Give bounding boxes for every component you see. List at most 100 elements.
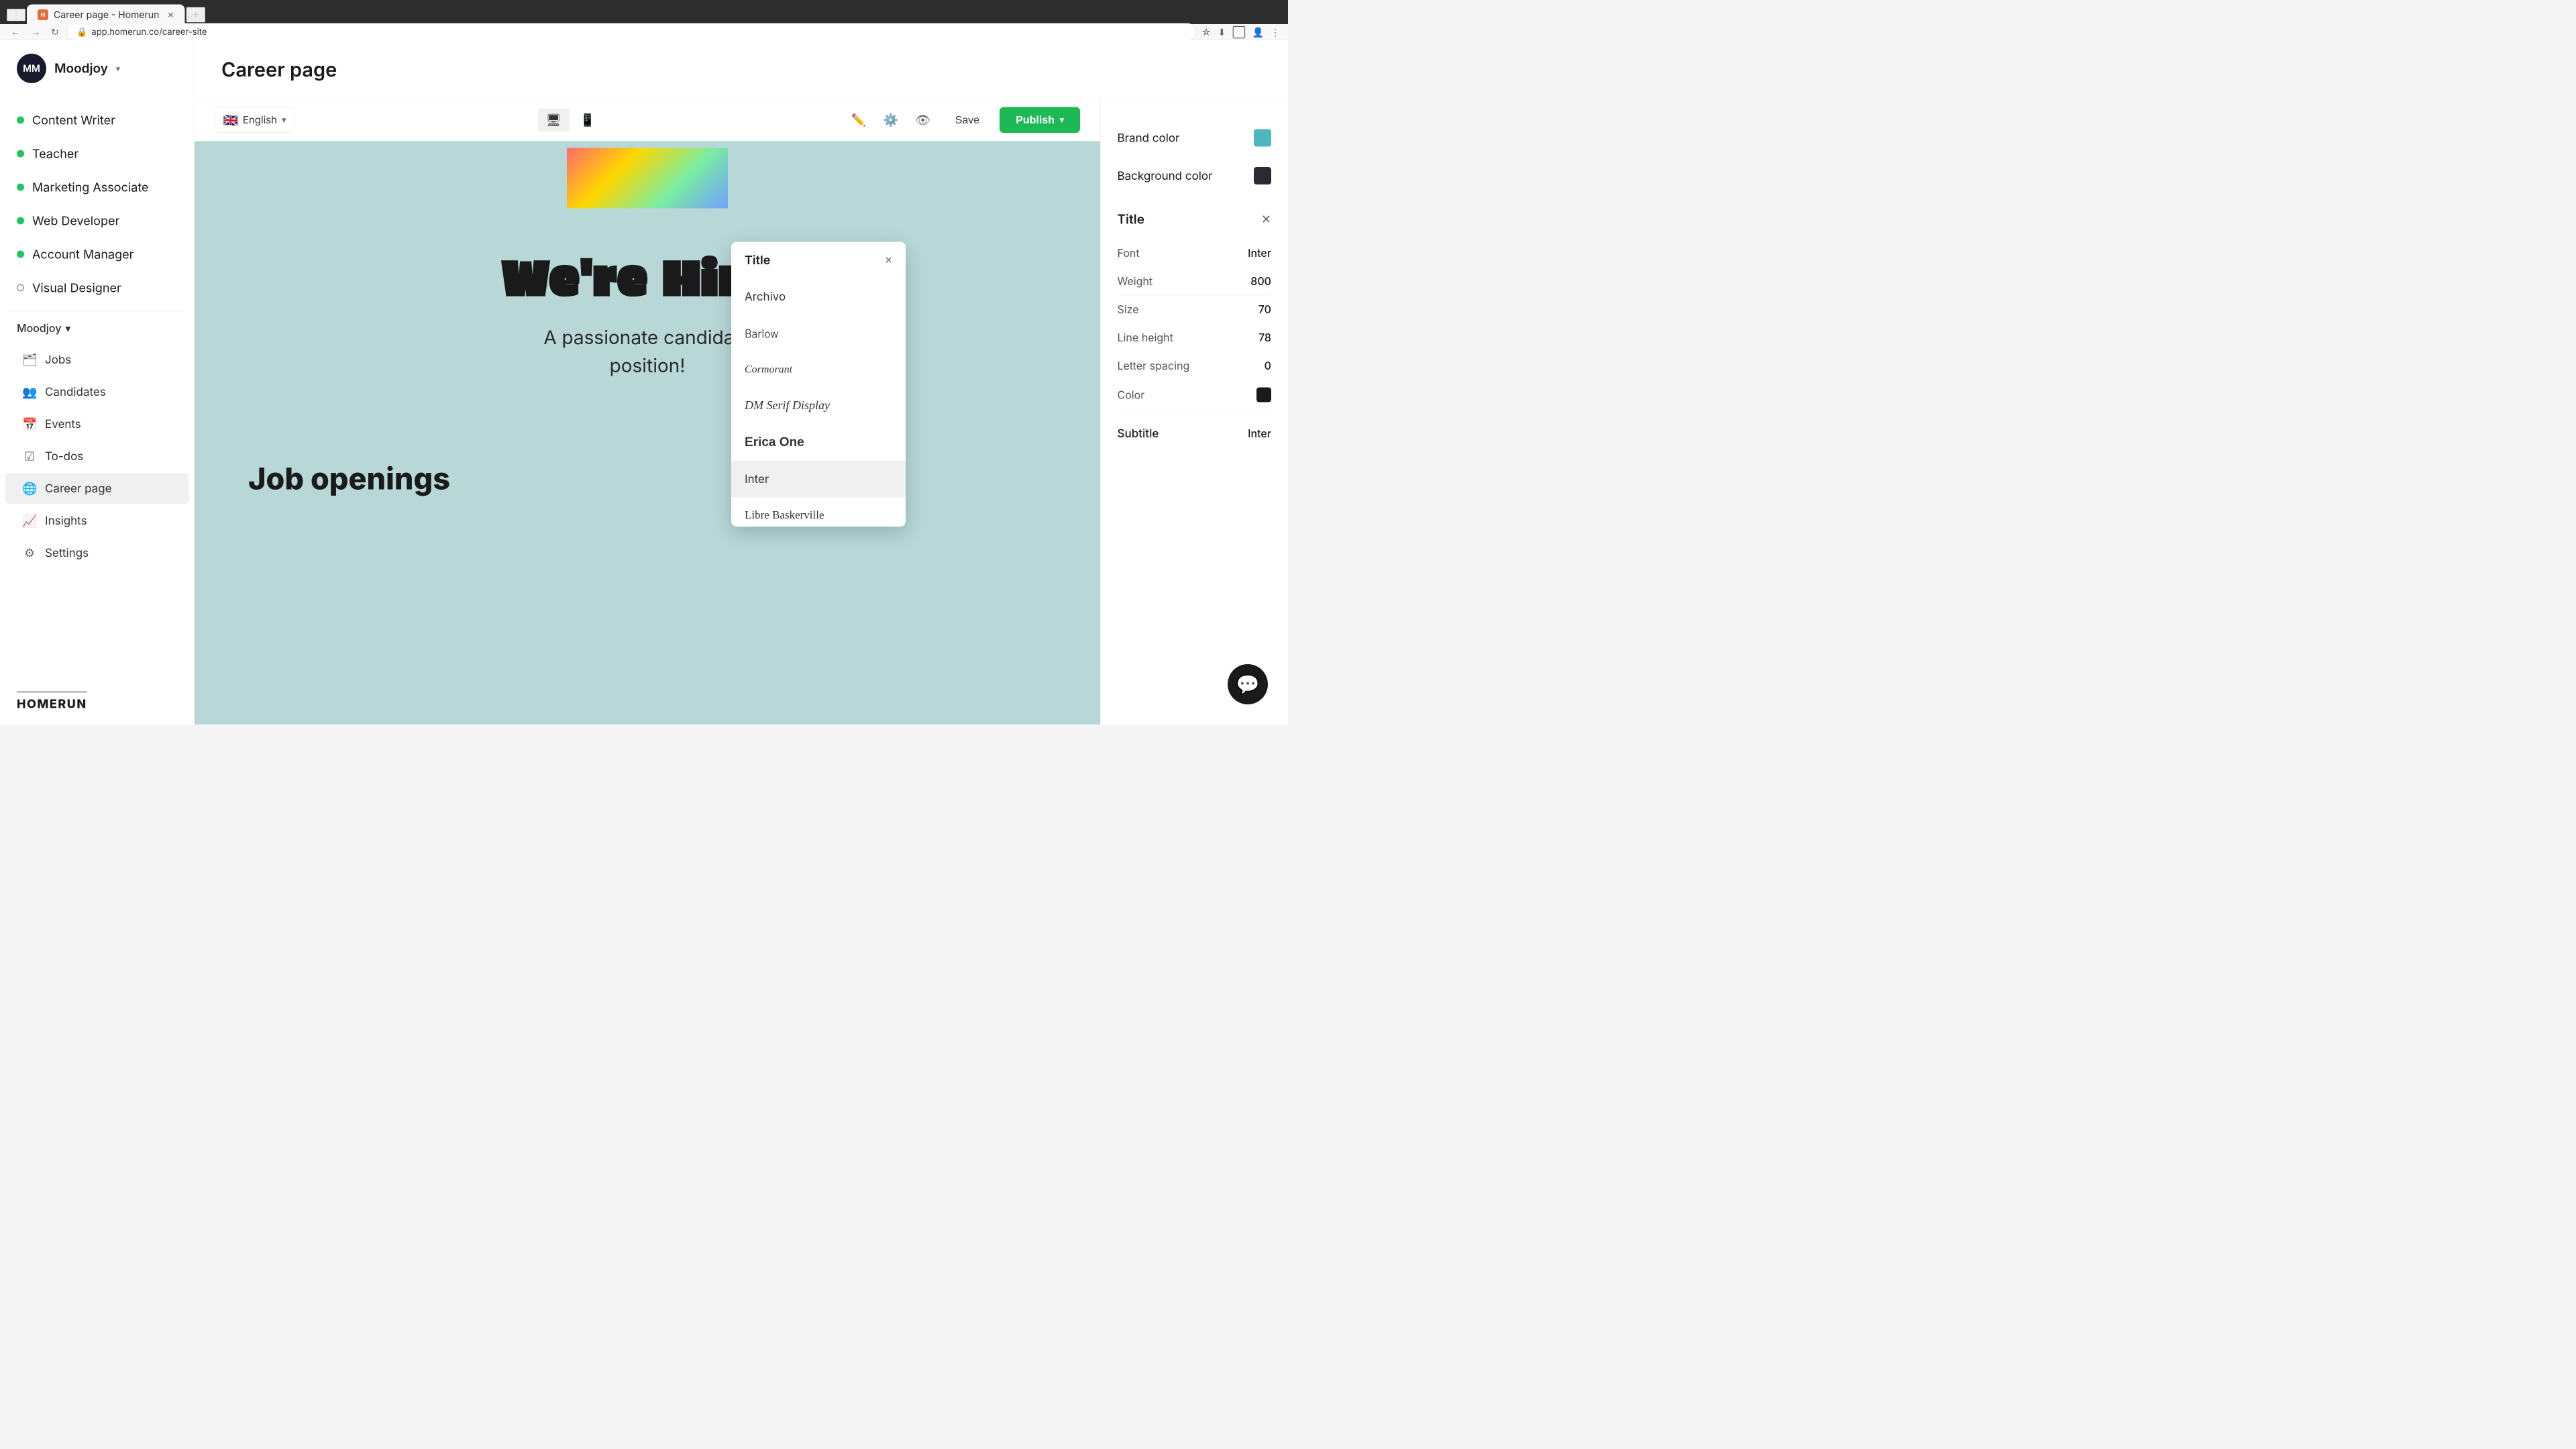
font-list[interactable]: Archivo Barlow Cormorant DM Serif Displa… [731, 278, 906, 527]
address-bar[interactable]: 🔒 app.homerun.co/career-site [67, 23, 1196, 42]
size-row: Size 70 [1118, 296, 1272, 324]
active-tab[interactable]: H Career page - Homerun ✕ [27, 5, 184, 25]
job-item-teacher[interactable]: Teacher [0, 137, 195, 170]
font-item-libre-baskerville[interactable]: Libre Baskerville [731, 498, 906, 527]
subtitle-font-value: Inter [1248, 427, 1271, 441]
job-title: Web Developer [32, 213, 119, 228]
preview-icon-button[interactable]: 👁 [911, 108, 935, 132]
save-button[interactable]: Save [943, 108, 991, 133]
nav-label-settings: Settings [45, 546, 89, 560]
edit-icon-button[interactable]: ✏️ [847, 108, 871, 132]
sidebar-item-events[interactable]: 📅 Events [5, 409, 189, 439]
font-item-inter[interactable]: Inter [731, 461, 906, 498]
line-height-row: Line height 78 [1118, 324, 1272, 352]
header-image [567, 148, 728, 209]
hero-title[interactable]: We're Hirin [248, 249, 1046, 303]
job-title: Marketing Associate [32, 180, 149, 195]
status-dot-active [17, 150, 24, 158]
profile-icon[interactable]: 👤 [1252, 26, 1264, 38]
brand-color-row: Brand color [1118, 119, 1272, 158]
job-item-marketing-associate[interactable]: Marketing Associate [0, 170, 195, 204]
font-row-value: Inter [1248, 247, 1271, 260]
sidebar-item-jobs[interactable]: 🗂 Jobs [5, 344, 189, 375]
sidebar-item-settings[interactable]: ⚙ Settings [5, 537, 189, 568]
tab-close-button[interactable]: ✕ [167, 10, 174, 20]
font-row: Font Inter [1118, 239, 1272, 268]
publish-dropdown-arrow: ▾ [1060, 115, 1064, 125]
org-section-arrow[interactable]: ▾ [65, 322, 70, 335]
org-dropdown-arrow[interactable]: ▾ [116, 64, 120, 74]
extensions-icon[interactable]: ⬜ [1232, 26, 1245, 38]
letter-spacing-label: Letter spacing [1118, 360, 1190, 373]
font-dropdown-close-button[interactable]: × [885, 253, 892, 267]
toolbar-right: ✏️ ⚙️ 👁 Save Publish ▾ [847, 107, 1080, 133]
typography-section-title: Title [1118, 212, 1144, 227]
typography-close-button[interactable]: ✕ [1261, 213, 1271, 227]
nav-label-candidates: Candidates [45, 385, 106, 399]
job-title: Teacher [32, 146, 78, 161]
sidebar-item-career-page[interactable]: 🌐 Career page [5, 473, 189, 504]
download-icon[interactable]: ⬇ [1218, 26, 1226, 38]
color-row-type: Color [1118, 380, 1272, 411]
typography-header: Title ✕ [1118, 212, 1272, 227]
job-item-visual-designer[interactable]: Visual Designer [0, 271, 195, 305]
nav-items: 🗂 Jobs 👥 Candidates 📅 Events ☑ To-dos 🌐 … [0, 340, 195, 572]
mobile-view-button[interactable]: 📱 [572, 108, 603, 131]
sidebar-footer: HOMERUN [0, 678, 195, 724]
sidebar-section-label: Moodjoy ▾ [17, 322, 178, 335]
color-section: Brand color Background color [1118, 119, 1272, 195]
job-title: Visual Designer [32, 280, 121, 295]
font-row-label: Font [1118, 247, 1140, 260]
sidebar-org-section: Moodjoy ▾ [0, 312, 195, 341]
editor-toolbar: 🇬🇧 English ▾ 🖥 📱 ✏️ ⚙️ 👁 Save [195, 99, 1100, 142]
font-item-archivo[interactable]: Archivo [731, 278, 906, 315]
font-item-dm-serif[interactable]: DM Serif Display [731, 387, 906, 424]
forward-button[interactable]: → [28, 24, 43, 40]
language-selector[interactable]: 🇬🇧 English ▾ [215, 107, 294, 132]
background-color-row: Background color [1118, 157, 1272, 195]
font-dropdown: Title × Archivo Barlow Cormorant DM Seri… [731, 242, 906, 527]
tab-favicon: H [38, 9, 48, 20]
nav-label-todos: To-dos [45, 449, 83, 464]
new-tab-button[interactable]: + [186, 7, 205, 23]
tab-list-button[interactable]: ⋮ [7, 9, 25, 21]
page-title: Career page [221, 58, 1261, 81]
calendar-icon: 📅 [22, 417, 37, 431]
brand-color-swatch[interactable] [1254, 129, 1271, 147]
job-item-content-writer[interactable]: Content Writer [0, 103, 195, 137]
org-section-label: Moodjoy [17, 322, 61, 335]
homerun-logo: HOMERUN [17, 692, 87, 711]
sidebar-item-insights[interactable]: 📈 Insights [5, 505, 189, 536]
background-color-swatch[interactable] [1254, 167, 1271, 184]
status-dot-inactive [17, 284, 24, 292]
browser-tabs: ⋮ H Career page - Homerun ✕ + [0, 0, 1288, 24]
desktop-view-button[interactable]: 🖥 [538, 108, 570, 131]
job-openings-section: Job openings [195, 433, 1100, 524]
avatar: MM [17, 54, 46, 83]
font-item-cormorant[interactable]: Cormorant [731, 352, 906, 387]
canvas-wrapper: We're Hirin A passionate candidate posit… [195, 142, 1100, 725]
publish-button[interactable]: Publish ▾ [1000, 107, 1080, 133]
nav-label-events: Events [45, 417, 81, 431]
canvas: We're Hirin A passionate candidate posit… [195, 142, 1100, 725]
main-content: Career page 🇬🇧 English ▾ 🖥 📱 [195, 40, 1288, 724]
job-item-account-manager[interactable]: Account Manager [0, 237, 195, 271]
reload-button[interactable]: ↻ [48, 24, 62, 41]
bookmark-icon[interactable]: ☆ [1201, 26, 1212, 38]
back-button[interactable]: ← [8, 24, 23, 40]
editor-area: 🇬🇧 English ▾ 🖥 📱 ✏️ ⚙️ 👁 Save [195, 99, 1288, 725]
nav-label-career-page: Career page [45, 482, 112, 496]
line-height-label: Line height [1118, 331, 1173, 345]
sidebar-item-todos[interactable]: ☑ To-dos [5, 441, 189, 472]
menu-icon[interactable]: ⋮ [1271, 26, 1280, 38]
title-color-swatch[interactable] [1256, 388, 1271, 402]
job-item-web-developer[interactable]: Web Developer [0, 204, 195, 237]
chat-widget[interactable]: 💬 [1228, 664, 1268, 704]
font-item-barlow[interactable]: Barlow [731, 315, 906, 352]
font-item-erica-one[interactable]: Erica One [731, 424, 906, 462]
subtitle-row: Subtitle Inter [1118, 417, 1272, 451]
sidebar-item-candidates[interactable]: 👥 Candidates [5, 376, 189, 407]
sidebar: MM Moodjoy ▾ Content Writer Teacher Mark… [0, 40, 195, 724]
settings-icon-button[interactable]: ⚙️ [879, 108, 903, 132]
lang-dropdown-arrow: ▾ [282, 115, 286, 125]
